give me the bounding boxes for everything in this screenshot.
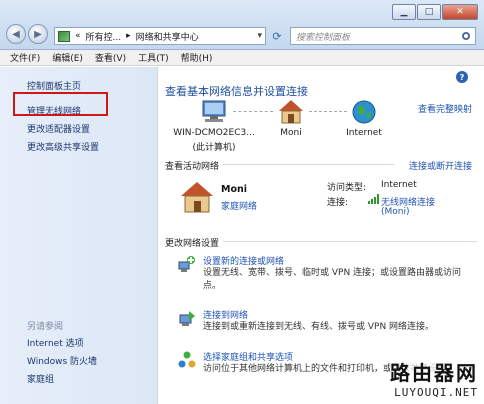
menu-help[interactable]: 帮助(H) <box>181 51 213 64</box>
network-type-link[interactable]: 家庭网络 <box>221 199 257 212</box>
watermark-en: LUYOUQI.NET <box>394 386 478 399</box>
search-button[interactable] <box>457 28 475 44</box>
connect-disconnect-link[interactable]: 连接或断开连接 <box>409 159 472 172</box>
wireless-connection-ssid[interactable]: (Moni) <box>381 207 410 217</box>
computer-name-label: WIN-DCMO2EC3... <box>173 128 255 138</box>
maximize-button[interactable]: □ <box>417 4 441 20</box>
title-bar: ▁ □ ✕ ◀ ▶ « 所有控... ▸ 网络和共享中心 ▾ ⟳ 搜索控制面板 <box>0 0 484 50</box>
sidebar: 控制面板主页 管理无线网络 更改适配器设置 更改高级共享设置 另请参阅 Inte… <box>0 67 158 404</box>
homegroup-icon <box>178 351 196 368</box>
forward-arrow-icon: ▶ <box>34 28 42 40</box>
view-full-map-link[interactable]: 查看完整映射 <box>418 102 472 115</box>
help-icon[interactable]: ? <box>456 71 468 83</box>
search-input[interactable]: 搜索控制面板 <box>296 30 350 43</box>
refresh-icon: ⟳ <box>272 30 282 43</box>
task-description: 连接到或重新连接到无线、有线、拨号或 VPN 网络连接。 <box>203 322 435 332</box>
address-bar[interactable]: « 所有控... ▸ 网络和共享中心 ▾ <box>54 27 266 45</box>
home-network-icon <box>279 100 303 124</box>
active-networks-heading: 查看活动网络 <box>165 162 220 172</box>
section-divider <box>223 241 477 242</box>
see-also-heading: 另请参阅 <box>27 322 64 332</box>
menu-bar: 文件(F) 编辑(E) 查看(V) 工具(T) 帮助(H) <box>0 50 484 66</box>
access-type-label: 访问类型: <box>327 183 367 193</box>
connection-label: 连接: <box>327 198 349 208</box>
task-description: 设置无线、宽带、拨号、临时或 VPN 连接；或设置路由器或访问点。 <box>203 268 462 291</box>
page-title: 查看基本网络信息并设置连接 <box>165 85 308 98</box>
map-link-line <box>233 111 273 112</box>
breadcrumb-separator-icon[interactable]: ▸ <box>126 31 131 41</box>
menu-view[interactable]: 查看(V) <box>95 51 126 64</box>
section-divider <box>223 164 395 165</box>
main-content: ? 查看基本网络信息并设置连接 查看完整映射 WIN-DCMO2EC3... (… <box>159 67 484 404</box>
new-connection-icon <box>178 256 195 272</box>
window-controls: ▁ □ ✕ <box>391 4 478 20</box>
sidebar-item-control-panel-home[interactable]: 控制面板主页 <box>27 79 81 92</box>
change-settings-heading: 更改网络设置 <box>165 239 220 249</box>
control-panel-icon <box>58 30 70 42</box>
computer-sub-label: (此计算机) <box>192 143 236 153</box>
back-button[interactable]: ◀ <box>6 24 26 44</box>
menu-edit[interactable]: 编辑(E) <box>52 51 83 64</box>
watermark-cn: 路由器网 <box>390 357 478 386</box>
highlight-box <box>13 92 108 116</box>
search-icon <box>462 32 470 40</box>
breadcrumb-network-center[interactable]: 网络和共享中心 <box>136 30 199 43</box>
internet-globe-icon <box>352 100 376 124</box>
setup-new-connection-link[interactable]: 设置新的连接或网络 <box>203 254 284 267</box>
breadcrumb-control-panel[interactable]: 所有控... <box>86 30 122 43</box>
map-link-line <box>309 111 347 112</box>
connect-to-network-link[interactable]: 连接到网络 <box>203 308 248 321</box>
menu-file[interactable]: 文件(F) <box>10 51 40 64</box>
forward-button[interactable]: ▶ <box>28 24 48 44</box>
menu-tools[interactable]: 工具(T) <box>138 51 169 64</box>
see-also-internet-options[interactable]: Internet 选项 <box>27 336 84 349</box>
close-button[interactable]: ✕ <box>442 4 478 20</box>
connect-network-icon <box>179 311 195 326</box>
internet-label: Internet <box>346 128 382 138</box>
search-box[interactable]: 搜索控制面板 <box>290 27 476 45</box>
watermark: 路由器网 LUYOUQI.NET <box>390 357 478 399</box>
homegroup-options-link[interactable]: 选择家庭组和共享选项 <box>203 350 293 363</box>
wifi-signal-icon <box>368 194 379 204</box>
home-network-large-icon <box>181 182 213 213</box>
see-also-homegroup[interactable]: 家庭组 <box>27 372 54 385</box>
computer-icon <box>202 100 226 122</box>
sidebar-item-adapter-settings[interactable]: 更改适配器设置 <box>27 122 90 135</box>
see-also-windows-firewall[interactable]: Windows 防火墙 <box>27 354 97 367</box>
refresh-button[interactable]: ⟳ <box>268 28 286 45</box>
access-type-value: Internet <box>381 180 417 190</box>
minimize-button[interactable]: ▁ <box>392 4 416 20</box>
active-network-name: Moni <box>221 184 247 195</box>
back-arrow-icon: ◀ <box>12 28 20 40</box>
sidebar-item-advanced-sharing[interactable]: 更改高级共享设置 <box>27 140 99 153</box>
network-name-label: Moni <box>280 128 302 138</box>
address-dropdown-icon[interactable]: ▾ <box>257 31 265 41</box>
address-overflow[interactable]: « <box>75 31 81 41</box>
